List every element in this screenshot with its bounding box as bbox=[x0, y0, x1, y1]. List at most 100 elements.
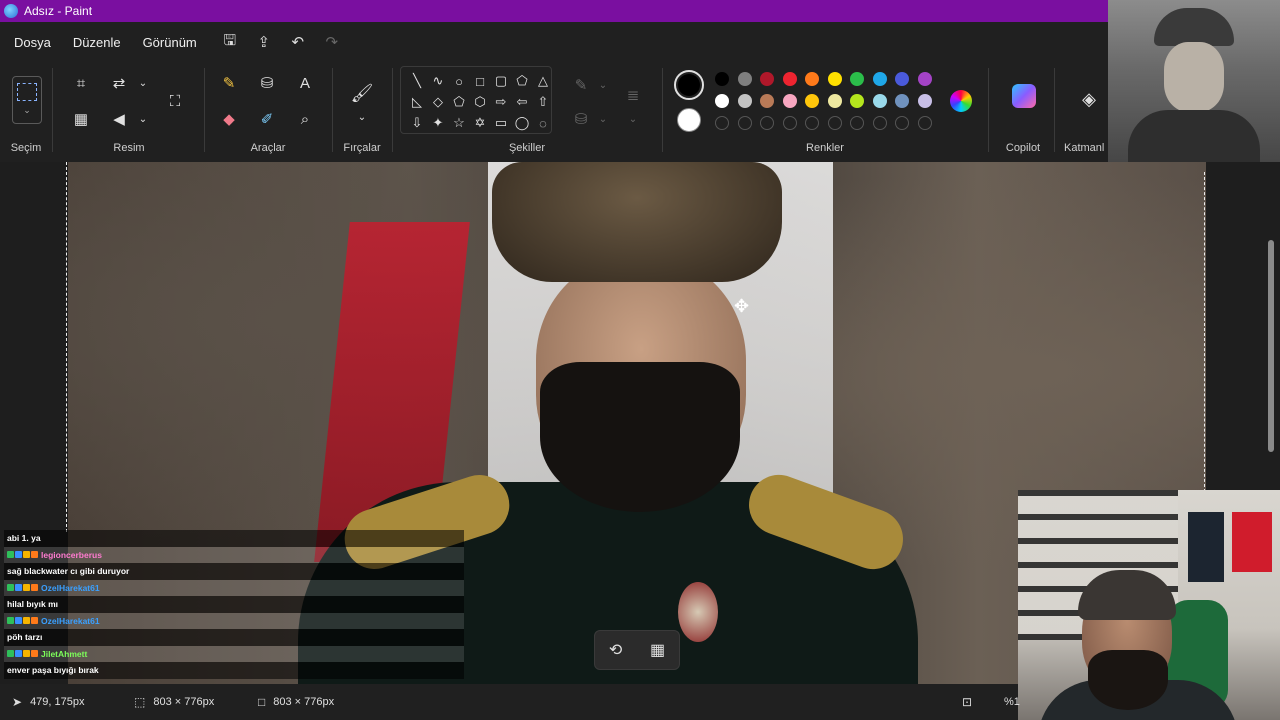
color-swatch[interactable] bbox=[805, 94, 819, 108]
color-swatch[interactable] bbox=[782, 94, 797, 108]
custom-color-slot[interactable] bbox=[872, 116, 887, 130]
color-swatch[interactable] bbox=[895, 94, 909, 108]
color-swatch[interactable] bbox=[827, 72, 842, 86]
triangle-shape-icon[interactable]: △ bbox=[533, 71, 551, 91]
right-arrow-shape-icon[interactable]: ⇨ bbox=[491, 92, 511, 112]
custom-color-slot[interactable] bbox=[760, 116, 774, 130]
custom-color-slot[interactable] bbox=[782, 116, 797, 130]
left-arrow-shape-icon[interactable]: ⇦ bbox=[512, 92, 532, 112]
custom-color-slot[interactable] bbox=[917, 116, 932, 130]
rounded-rectangle-shape-icon[interactable]: ▢ bbox=[491, 71, 511, 91]
custom-color-slot[interactable] bbox=[895, 116, 909, 130]
crop-icon[interactable]: ⌗ bbox=[68, 70, 94, 96]
rotate-icon[interactable]: ◀ bbox=[106, 106, 132, 132]
color-swatch[interactable] bbox=[782, 72, 797, 86]
rounded-callout-shape-icon[interactable]: ▭ bbox=[491, 113, 511, 133]
text-icon[interactable]: A bbox=[292, 70, 318, 96]
down-arrow-shape-icon[interactable]: ⇩ bbox=[407, 113, 427, 133]
group-label-shapes: Şekiller bbox=[508, 142, 546, 154]
color-swatch[interactable] bbox=[805, 72, 819, 86]
selection-border-right[interactable] bbox=[1204, 172, 1205, 492]
size-icon[interactable]: ≣ bbox=[620, 82, 646, 108]
oval-shape-icon[interactable]: ○ bbox=[449, 71, 469, 91]
color-swatch[interactable] bbox=[760, 94, 774, 108]
rectangle-shape-icon[interactable]: □ bbox=[470, 71, 490, 91]
line-shape-icon[interactable]: ╲ bbox=[407, 71, 427, 91]
color-swatch[interactable] bbox=[737, 94, 752, 108]
remove-background-icon[interactable]: ▦ bbox=[68, 106, 94, 132]
color-swatch[interactable] bbox=[917, 94, 932, 108]
share-icon[interactable]: ⇪ bbox=[249, 28, 279, 56]
selection-size-value: 803 × 776px bbox=[153, 696, 215, 708]
up-arrow-shape-icon[interactable]: ⇧ bbox=[533, 92, 551, 112]
chevron-down-icon[interactable]: ⌄ bbox=[130, 70, 156, 96]
curve-shape-icon[interactable]: ∿ bbox=[428, 71, 448, 91]
five-point-star-shape-icon[interactable]: ☆ bbox=[449, 113, 469, 133]
color-swatch[interactable] bbox=[715, 94, 729, 108]
resize-icon[interactable]: ⇄ bbox=[106, 70, 132, 96]
floating-selection-toolbar: ⟲ ▦ bbox=[594, 630, 680, 670]
custom-color-slot[interactable] bbox=[715, 116, 729, 130]
group-label-copilot: Copilot bbox=[1005, 142, 1041, 154]
fill-bucket-icon[interactable]: ⛁ bbox=[254, 70, 280, 96]
layers-icon[interactable]: ◈ bbox=[1076, 86, 1102, 112]
generative-erase-icon[interactable]: ⟲ bbox=[609, 640, 622, 660]
zoom-level[interactable]: %1 bbox=[1004, 684, 1020, 720]
menu-edit[interactable]: Düzenle bbox=[65, 29, 129, 56]
secondary-color-button[interactable] bbox=[677, 108, 701, 132]
selection-border-left[interactable] bbox=[66, 162, 67, 532]
chevron-down-icon[interactable]: ⌄ bbox=[349, 104, 375, 130]
hexagon-shape-icon[interactable]: ⬡ bbox=[470, 92, 490, 112]
fit-to-window-icon[interactable]: ⊡ bbox=[962, 695, 972, 709]
chevron-down-icon[interactable]: ⌄ bbox=[590, 72, 616, 98]
color-swatch[interactable] bbox=[895, 72, 909, 86]
chat-message-line: abi 1. ya bbox=[4, 530, 464, 547]
color-swatch[interactable] bbox=[737, 72, 752, 86]
primary-color-button[interactable] bbox=[674, 70, 704, 100]
chevron-down-icon[interactable]: ⌄ bbox=[620, 106, 646, 132]
color-picker-icon[interactable]: ✐ bbox=[254, 106, 280, 132]
save-icon[interactable]: 🖫 bbox=[215, 28, 245, 56]
four-point-star-shape-icon[interactable]: ✦ bbox=[428, 113, 448, 133]
custom-color-slot[interactable] bbox=[737, 116, 752, 130]
color-swatch[interactable] bbox=[760, 72, 774, 86]
vertical-scrollbar[interactable] bbox=[1268, 240, 1274, 452]
image-generate-icon[interactable]: ⛶ bbox=[162, 88, 188, 114]
undo-icon[interactable]: ↶ bbox=[283, 28, 313, 56]
fit-to-window[interactable]: ⊡ bbox=[962, 684, 980, 720]
cloud-callout-shape-icon[interactable]: ◌ bbox=[533, 113, 551, 133]
edit-colors-icon[interactable] bbox=[950, 90, 972, 112]
chevron-down-icon[interactable]: ⌄ bbox=[590, 106, 616, 132]
color-swatch[interactable] bbox=[850, 72, 864, 86]
diamond-shape-icon[interactable]: ◇ bbox=[428, 92, 448, 112]
polygon-shape-icon[interactable]: ⬠ bbox=[512, 71, 532, 91]
custom-color-slot[interactable] bbox=[827, 116, 842, 130]
pencil-icon[interactable]: ✎ bbox=[216, 70, 242, 96]
color-swatch[interactable] bbox=[715, 72, 729, 86]
color-swatch[interactable] bbox=[917, 72, 932, 86]
chevron-down-icon[interactable]: ⌄ bbox=[130, 106, 156, 132]
color-swatch[interactable] bbox=[872, 72, 887, 86]
brush-icon[interactable]: 🖌 bbox=[349, 80, 375, 106]
custom-color-slot[interactable] bbox=[805, 116, 819, 130]
color-swatch[interactable] bbox=[872, 94, 887, 108]
color-swatch[interactable] bbox=[850, 94, 864, 108]
custom-color-slot[interactable] bbox=[850, 116, 864, 130]
eraser-icon[interactable]: ◆ bbox=[216, 106, 242, 132]
right-triangle-shape-icon[interactable]: ◺ bbox=[407, 92, 427, 112]
select-tool-button[interactable]: ⌄ bbox=[12, 76, 42, 124]
magnifier-icon[interactable]: ⌕ bbox=[292, 106, 318, 132]
oval-callout-shape-icon[interactable]: ◯ bbox=[512, 113, 532, 133]
chat-username: JiletAhmett bbox=[41, 648, 88, 659]
redo-icon[interactable]: ↷ bbox=[317, 28, 347, 56]
color-swatch[interactable] bbox=[827, 94, 842, 108]
six-point-star-shape-icon[interactable]: ✡ bbox=[470, 113, 490, 133]
remove-background-icon[interactable]: ▦ bbox=[650, 640, 665, 660]
pentagon-shape-icon[interactable]: ⬠ bbox=[449, 92, 469, 112]
zoom-level-value[interactable]: %1 bbox=[1004, 696, 1020, 708]
menu-view[interactable]: Görünüm bbox=[135, 29, 205, 56]
primary-color-swatch bbox=[678, 74, 700, 96]
copilot-icon[interactable] bbox=[1012, 84, 1036, 108]
canvas-size-value: 803 × 776px bbox=[273, 696, 335, 708]
menu-file[interactable]: Dosya bbox=[6, 29, 59, 56]
